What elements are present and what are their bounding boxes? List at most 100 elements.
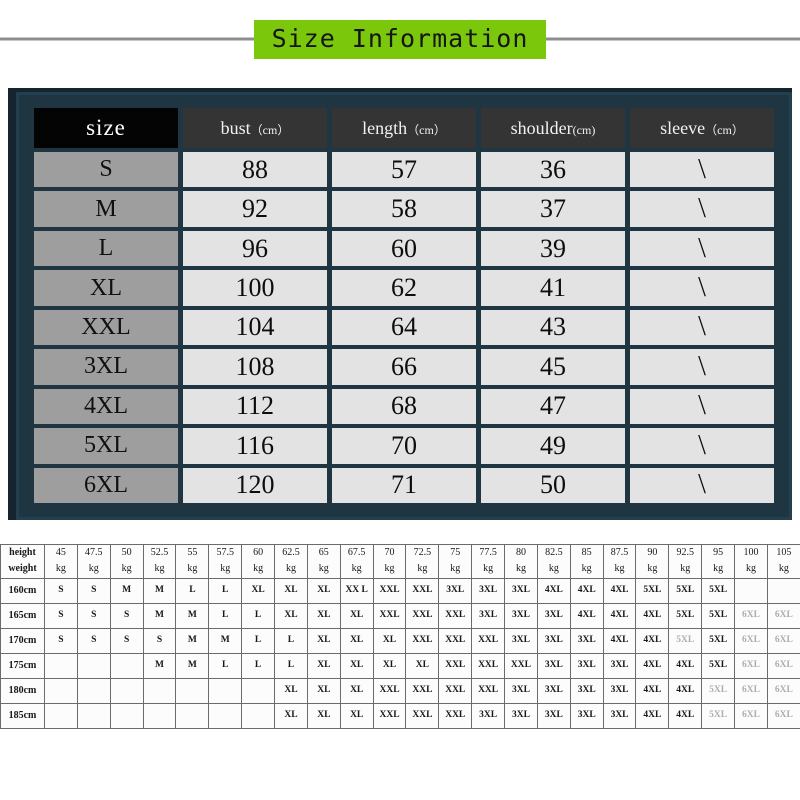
recommended-size-cell: XXL xyxy=(471,628,506,654)
recommended-size-cell: 3XL xyxy=(504,678,538,704)
length-value: 68 xyxy=(332,388,476,425)
length-value: 58 xyxy=(332,191,476,227)
recommended-size-cell: 4XL xyxy=(602,628,637,654)
recommended-size-cell: XL xyxy=(306,603,341,629)
recommended-size-cell: XL xyxy=(274,703,308,729)
column-header-bust-label: bust xyxy=(220,117,251,138)
weight-column-value: 105 xyxy=(766,544,800,561)
weight-unit-label: kg xyxy=(208,560,243,579)
recommended-size-cell: XXL xyxy=(405,578,440,604)
recommended-size-cell: M xyxy=(208,628,243,654)
weight-column-value: 60 xyxy=(241,544,276,561)
bust-value: 112 xyxy=(183,388,327,425)
recommended-size-cell: S xyxy=(109,628,144,654)
recommended-size-cell: L xyxy=(274,628,308,654)
shoulder-value: 45 xyxy=(481,349,625,385)
height-weight-header-row-top: height 45 47.5 50 52.5 55 57.5 60 62.5 65 67.5 70 72… xyxy=(0,544,800,561)
recommended-size-cell: 3XL xyxy=(569,653,604,679)
column-header-size: size xyxy=(34,108,178,148)
height-row-label: 185cm xyxy=(0,703,45,729)
sleeve-value: \ xyxy=(630,349,774,385)
weight-column-value: 70 xyxy=(372,544,407,561)
recommended-size-cell: L xyxy=(241,603,276,629)
weight-unit-label: kg xyxy=(339,560,374,579)
size-label: 4XL xyxy=(34,388,178,425)
recommended-size-cell: L xyxy=(208,603,243,629)
recommended-size-cell: 5XL xyxy=(701,653,736,679)
recommended-size-cell: M xyxy=(142,603,177,629)
recommended-size-cell: XXL xyxy=(405,603,440,629)
column-header-shoulder-unit: (cm) xyxy=(572,122,596,137)
recommended-size-cell xyxy=(766,578,800,604)
sleeve-value: \ xyxy=(630,467,774,503)
size-table-body: S 88 57 36 \ M 92 58 37 \ L 96 60 39 \ XL 100 62 41 \ XXL 104… xyxy=(34,152,774,503)
height-weight-table: height 45 47.5 50 52.5 55 57.5 60 62.5 65 67.5 70 72… xyxy=(0,544,800,729)
recommended-size-cell: XXL xyxy=(438,628,473,654)
recommended-size-cell: 3XL xyxy=(602,703,637,729)
recommended-size-cell: 6XL xyxy=(766,628,800,654)
recommended-size-cell: XXL xyxy=(471,653,506,679)
recommended-size-cell: 5XL xyxy=(668,603,703,629)
height-row-label: 170cm xyxy=(0,628,45,654)
height-weight-row: 170cm S S S S M M L L XL XL XL XXL XXL XXL 3XL 3XL 3XL 4XL… xyxy=(0,628,800,654)
recommended-size-cell: 6XL xyxy=(734,653,768,679)
recommended-size-cell xyxy=(44,653,78,679)
recommended-size-cell: 4XL xyxy=(602,603,637,629)
sleeve-value: \ xyxy=(630,388,774,425)
height-axis-label: height xyxy=(0,544,45,561)
recommended-size-cell: 3XL xyxy=(602,678,637,704)
sleeve-value: \ xyxy=(630,191,774,227)
length-value: 64 xyxy=(332,309,476,346)
weight-column-value: 47.5 xyxy=(76,544,111,561)
recommended-size-cell: XXL xyxy=(405,678,440,704)
recommended-size-cell: L xyxy=(241,628,276,654)
recommended-size-cell: XL xyxy=(306,703,341,729)
weight-column-value: 90 xyxy=(635,544,670,561)
recommended-size-cell: XL xyxy=(339,603,374,629)
recommended-size-cell: M xyxy=(175,603,210,629)
recommended-size-cell: XXL xyxy=(405,628,440,654)
weight-unit-label: kg xyxy=(569,560,604,579)
height-row-label: 165cm xyxy=(0,603,45,629)
size-label: 6XL xyxy=(34,467,178,503)
size-chart-page: Size Information size bust（cm） length（cm… xyxy=(0,0,800,800)
size-table-head: size bust（cm） length（cm） shoulder(cm) sl… xyxy=(34,108,774,148)
recommended-size-cell xyxy=(76,653,111,679)
recommended-size-cell: 5XL xyxy=(701,678,736,704)
shoulder-value: 43 xyxy=(481,309,625,346)
recommended-size-cell: 3XL xyxy=(471,578,506,604)
recommended-size-cell: XL xyxy=(339,628,374,654)
recommended-size-cell: 4XL xyxy=(635,603,670,629)
recommended-size-cell: M xyxy=(175,628,210,654)
recommended-size-cell xyxy=(175,703,210,729)
recommended-size-cell: XXL xyxy=(372,703,407,729)
recommended-size-cell: 4XL xyxy=(602,578,637,604)
column-header-shoulder: shoulder(cm) xyxy=(481,108,625,148)
recommended-size-cell: 3XL xyxy=(471,603,506,629)
weight-unit-label: kg xyxy=(142,560,177,579)
page-title: Size Information xyxy=(253,19,547,59)
recommended-size-cell: S xyxy=(76,603,111,629)
weight-unit-label: kg xyxy=(44,560,78,579)
recommended-size-cell: XL xyxy=(306,628,341,654)
weight-column-value: 80 xyxy=(504,544,538,561)
weight-column-value: 57.5 xyxy=(208,544,243,561)
recommended-size-cell: XL xyxy=(306,653,341,679)
sleeve-value: \ xyxy=(630,270,774,306)
column-header-sleeve-unit: （cm） xyxy=(705,122,744,137)
sleeve-value: \ xyxy=(630,428,774,464)
recommended-size-cell: M xyxy=(142,578,177,604)
recommended-size-cell: 6XL xyxy=(734,603,768,629)
length-value: 71 xyxy=(332,467,476,503)
recommended-size-cell: 3XL xyxy=(536,603,571,629)
weight-column-value: 45 xyxy=(44,544,78,561)
recommended-size-cell: S xyxy=(76,628,111,654)
weight-column-value: 85 xyxy=(569,544,604,561)
recommended-size-cell: 6XL xyxy=(734,628,768,654)
recommended-size-cell: XL xyxy=(241,578,276,604)
height-weight-header-row-unit: weight kg kg kg kg kg kg kg kg kg kg kg kg kg kg kg kg kg… xyxy=(0,560,800,579)
length-value: 60 xyxy=(332,230,476,267)
weight-unit-label: kg xyxy=(372,560,407,579)
weight-column-value: 52.5 xyxy=(142,544,177,561)
weight-unit-label: kg xyxy=(734,560,768,579)
